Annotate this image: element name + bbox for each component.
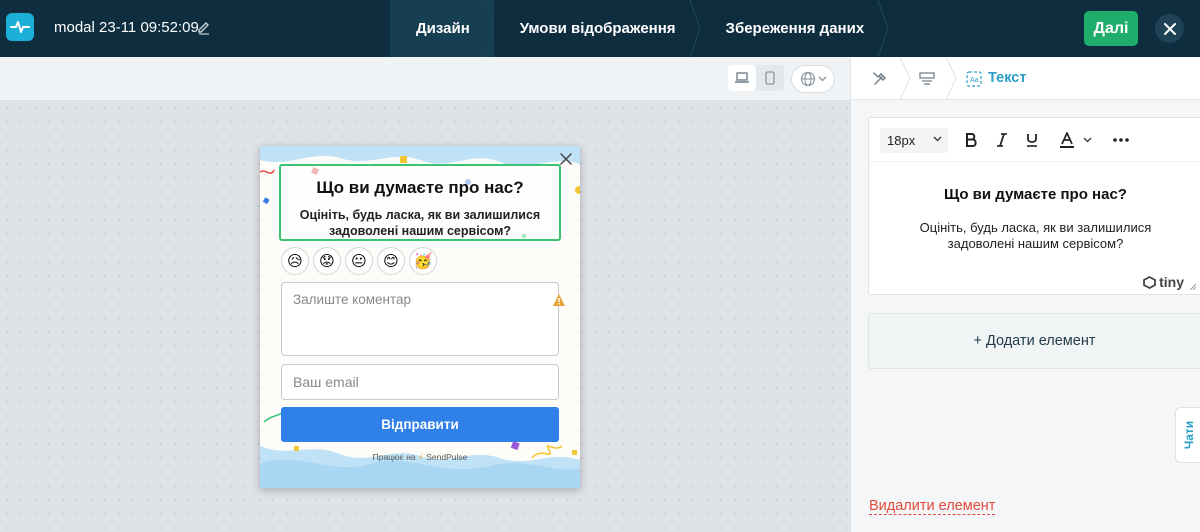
breadcrumb-separator <box>899 57 911 100</box>
tiny-brand: tiny <box>1143 274 1184 290</box>
step-label: Дизайн <box>416 20 470 37</box>
breadcrumb-separator <box>945 57 957 100</box>
step-data-saving[interactable]: Збереження даних <box>700 0 889 57</box>
rich-text-editor[interactable]: 18px Що ви думаєте про нас? Оцініть, буд… <box>868 117 1200 295</box>
step-label: Умови відображення <box>519 20 676 37</box>
breadcrumb-text-icon-wrap: Aa <box>963 68 985 90</box>
tiny-brand-label: tiny <box>1159 274 1184 290</box>
breadcrumb-design-settings[interactable] <box>869 68 891 90</box>
chats-label: Чати <box>1182 420 1197 450</box>
editor-heading: Що ви думаєте про нас? <box>944 186 1127 203</box>
more-icon <box>1113 138 1129 142</box>
bold-button[interactable] <box>963 129 979 151</box>
rating-sad[interactable]: 😟 <box>313 247 341 275</box>
warning-icon <box>553 294 565 306</box>
step-display-conditions[interactable]: Умови відображення <box>494 0 701 57</box>
popup-text-block[interactable]: Що ви думаєте про нас? Оцініть, будь лас… <box>279 164 561 241</box>
text-color-button[interactable] <box>1055 129 1095 151</box>
globe-icon <box>800 71 815 87</box>
breadcrumb-current: Текст <box>988 70 1027 86</box>
rating-excited[interactable]: 🥳 <box>409 247 437 275</box>
close-icon <box>1163 22 1176 35</box>
close-editor-button[interactable] <box>1155 14 1184 43</box>
text-element-icon: Aa <box>966 71 982 87</box>
chevron-down-icon <box>1083 137 1091 143</box>
rating-happy[interactable]: 😊 <box>377 247 405 275</box>
device-switcher <box>728 65 784 91</box>
powered-prefix: Працює на <box>372 452 416 462</box>
rating-very-sad[interactable]: 😥 <box>281 247 309 275</box>
text-color-icon <box>1059 132 1074 148</box>
top-bar: modal 23-11 09:52:09 Дизайн Умови відобр… <box>0 0 1200 57</box>
add-element-button[interactable]: + Додати елемент <box>868 313 1200 369</box>
italic-icon <box>997 133 1007 147</box>
chevron-down-icon <box>818 76 826 82</box>
mobile-view-button[interactable] <box>756 65 784 91</box>
bolt-icon: ⚡ <box>417 452 424 462</box>
powered-brand: SendPulse <box>426 452 468 462</box>
comment-textarea[interactable]: Залиште коментар <box>281 282 559 356</box>
app-logo[interactable] <box>6 13 34 41</box>
document-title: modal 23-11 09:52:09 <box>54 19 199 36</box>
form-icon <box>919 72 935 85</box>
pulse-icon <box>10 21 30 33</box>
popup-close-icon[interactable] <box>559 152 573 166</box>
editor-toolbar: 18px <box>869 118 1200 162</box>
underline-button[interactable] <box>1025 129 1039 151</box>
wizard-steps: Дизайн Умови відображення Збереження дан… <box>390 0 889 57</box>
chats-tab[interactable]: Чати <box>1175 407 1200 463</box>
bold-icon <box>966 133 977 147</box>
powered-by[interactable]: Працює на ⚡ SendPulse <box>260 452 580 463</box>
svg-text:Aa: Aa <box>970 77 979 84</box>
editor-content[interactable]: Що ви думаєте про нас? Оцініть, будь лас… <box>869 162 1200 252</box>
rating-neutral[interactable]: 😐 <box>345 247 373 275</box>
font-size-select[interactable]: 18px <box>880 128 948 153</box>
font-size-value: 18px <box>887 133 916 148</box>
italic-button[interactable] <box>995 129 1009 151</box>
desktop-view-button[interactable] <box>728 65 756 91</box>
properties-panel: Aa Текст 18px Що ви думаєте про нас? Оці… <box>850 57 1200 532</box>
breadcrumb-form[interactable] <box>916 68 938 90</box>
mobile-icon <box>765 71 775 85</box>
popup-heading: Що ви думаєте про нас? <box>316 178 524 197</box>
email-input[interactable]: Ваш email <box>281 364 559 400</box>
step-label: Збереження даних <box>725 20 865 37</box>
underline-icon <box>1027 134 1037 147</box>
submit-button[interactable]: Відправити <box>281 407 559 442</box>
tools-icon <box>873 72 886 85</box>
tiny-logo-icon <box>1143 275 1157 289</box>
rating-emojis: 😥 😟 😐 😊 🥳 <box>281 247 437 275</box>
delete-element-link[interactable]: Видалити елемент <box>869 498 996 515</box>
next-button[interactable]: Далі <box>1084 11 1138 46</box>
editor-body: Оцініть, будь ласка, як ви залишилися за… <box>919 220 1152 251</box>
desktop-icon <box>735 72 749 83</box>
step-separator <box>878 0 889 57</box>
more-options-button[interactable] <box>1112 129 1130 151</box>
pencil-icon[interactable] <box>196 19 212 35</box>
panel-breadcrumb: Aa Текст <box>851 57 1200 100</box>
language-select[interactable] <box>791 65 835 93</box>
step-design[interactable]: Дизайн <box>390 0 495 57</box>
resize-handle-icon[interactable] <box>1189 283 1196 290</box>
popup-subheading: Оцініть, будь ласка, як ви залишилися за… <box>299 208 541 238</box>
popup-preview[interactable]: Що ви думаєте про нас? Оцініть, будь лас… <box>260 146 580 488</box>
chevron-down-icon <box>933 136 942 142</box>
canvas-toolbar <box>0 57 850 101</box>
